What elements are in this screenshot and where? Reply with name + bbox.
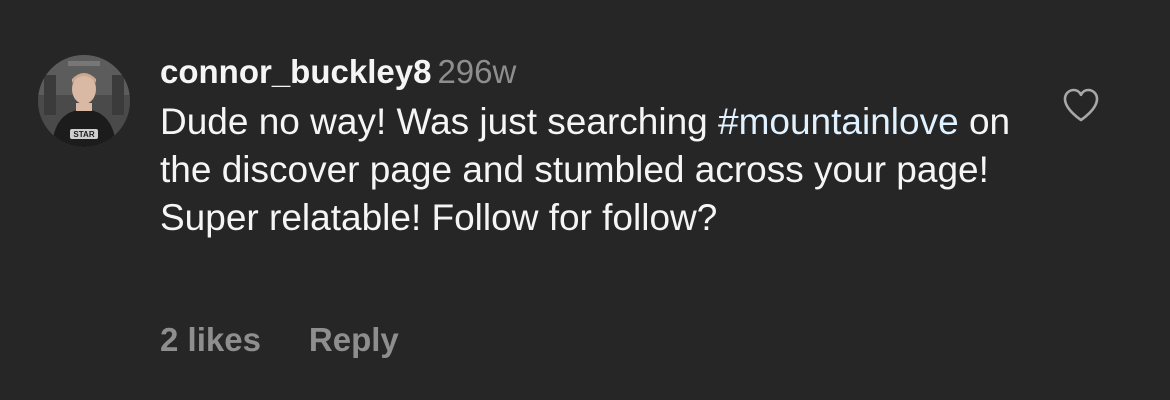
- comment-timestamp: 296w: [437, 53, 517, 90]
- like-button[interactable]: [1062, 87, 1100, 123]
- comment-body: connor_buckley8 296w Dude no way! Was jus…: [160, 52, 1020, 242]
- comment-actions: 2 likes Reply: [160, 320, 399, 360]
- avatar-badge-text: STAR: [73, 130, 94, 139]
- comment-header: connor_buckley8 296w: [160, 52, 1020, 92]
- comment-text-start: Dude no way! Was just searching: [160, 101, 718, 142]
- avatar[interactable]: STAR: [38, 55, 130, 147]
- heart-outline-icon: [1063, 88, 1099, 122]
- reply-button[interactable]: Reply: [309, 320, 399, 360]
- username-link[interactable]: connor_buckley8: [160, 53, 431, 90]
- likes-count-button[interactable]: 2 likes: [160, 320, 261, 360]
- hashtag-link[interactable]: #mountainlove: [718, 101, 959, 142]
- comment-text: Dude no way! Was just searching #mountai…: [160, 98, 1020, 242]
- comment-row: STAR connor_buckley8 296w Dude no way! Wa…: [0, 0, 1170, 400]
- avatar-image: STAR: [38, 55, 130, 147]
